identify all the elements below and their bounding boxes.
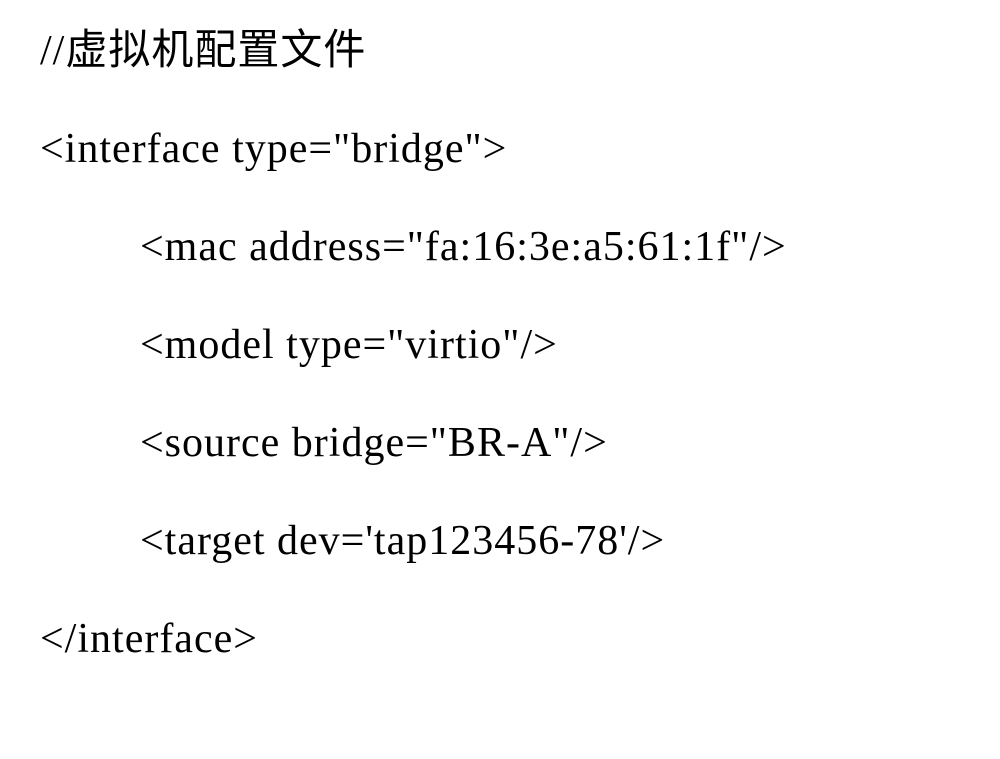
- code-comment: //虚拟机配置文件: [40, 30, 960, 72]
- code-line-interface-close: </interface>: [40, 618, 960, 660]
- code-line-source: <source bridge="BR-A"/>: [40, 422, 960, 464]
- code-line-mac: <mac address="fa:16:3e:a5:61:1f"/>: [40, 226, 960, 268]
- code-line-model: <model type="virtio"/>: [40, 324, 960, 366]
- code-line-target: <target dev='tap123456-78'/>: [40, 520, 960, 562]
- code-line-interface-open: <interface type="bridge">: [40, 128, 960, 170]
